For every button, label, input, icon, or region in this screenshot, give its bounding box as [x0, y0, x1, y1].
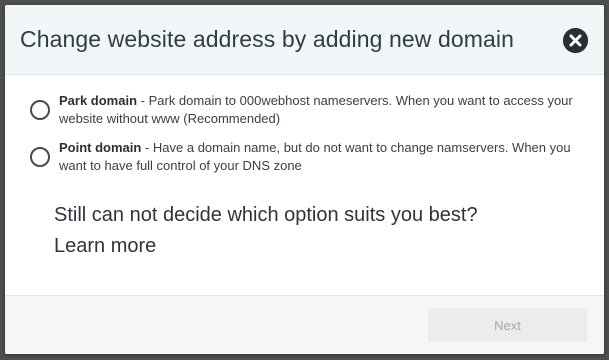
option-name: Point domain [59, 140, 142, 155]
close-circle-icon [563, 28, 588, 53]
option-description: - Park domain to 000webhost nameservers.… [59, 93, 573, 126]
domain-modal: Change website address by adding new dom… [5, 5, 604, 354]
radio-point-domain[interactable] [30, 147, 50, 167]
modal-footer: Next [5, 295, 604, 354]
option-park-domain-text[interactable]: Park domain - Park domain to 000webhost … [59, 92, 584, 128]
option-point-domain-text[interactable]: Point domain - Have a domain name, but d… [59, 139, 584, 175]
radio-park-domain[interactable] [30, 100, 50, 120]
modal-header: Change website address by adding new dom… [5, 5, 604, 75]
option-name: Park domain [59, 93, 138, 108]
modal-title: Change website address by adding new dom… [20, 26, 515, 52]
help-text: Still can not decide which option suits … [54, 200, 494, 262]
close-button[interactable] [563, 28, 588, 53]
learn-more-link[interactable]: Learn more [54, 235, 156, 257]
modal-body: Park domain - Park domain to 000webhost … [5, 75, 604, 295]
help-text-body: Still can not decide which option suits … [54, 204, 478, 226]
next-button[interactable]: Next [428, 308, 587, 342]
